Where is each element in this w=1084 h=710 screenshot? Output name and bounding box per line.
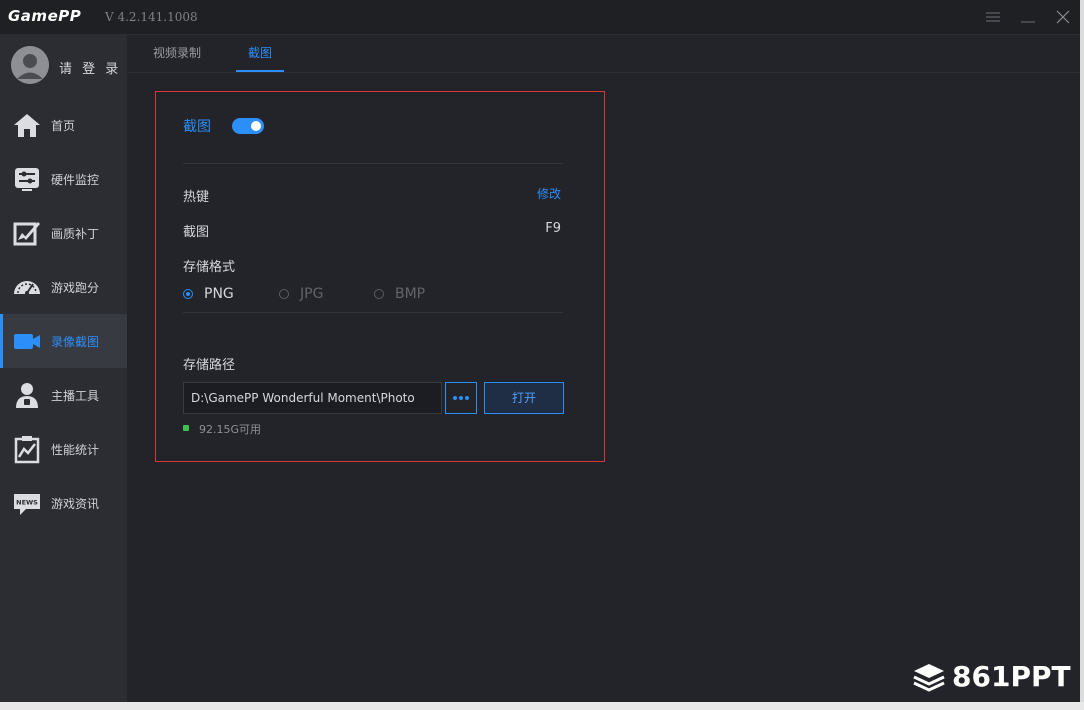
sidebar-item-label: 录像截图 bbox=[51, 335, 100, 349]
background-window-strip-bottom bbox=[0, 702, 1084, 710]
sidebar-item-label: 游戏跑分 bbox=[51, 281, 100, 295]
sidebar-item-benchmark[interactable]: 游戏跑分 bbox=[0, 260, 127, 314]
tab-video-recording[interactable]: 视频录制 bbox=[153, 44, 201, 61]
avatar[interactable] bbox=[11, 46, 49, 84]
sidebar-item-label: 首页 bbox=[51, 119, 76, 133]
screenshot-hotkey-name: 截图 bbox=[183, 225, 210, 240]
sidebar-item-label: 性能统计 bbox=[51, 443, 100, 457]
tab-screenshot[interactable]: 截图 bbox=[248, 44, 272, 61]
tab-bar: 视频录制 截图 bbox=[127, 34, 1080, 73]
minimize-button[interactable] bbox=[1017, 6, 1039, 28]
edit-hotkey-link[interactable]: 修改 bbox=[537, 185, 561, 202]
hotkey-label: 热键 bbox=[183, 190, 210, 205]
minimize-icon bbox=[1021, 21, 1035, 23]
image-quality-icon bbox=[13, 222, 40, 246]
storage-path-input[interactable]: D:\GamePP Wonderful Moment\Photo bbox=[183, 382, 442, 414]
sidebar-item-performance[interactable]: 性能统计 bbox=[0, 422, 127, 476]
format-label: BMP bbox=[395, 286, 426, 302]
toggle-knob bbox=[251, 121, 261, 131]
gamepp-window: GamePP V 4.2.141.1008 请 登 录 首页 硬件监控 画质补丁… bbox=[0, 0, 1080, 702]
sidebar-item-label: 画质补丁 bbox=[51, 227, 100, 241]
radio-circle bbox=[279, 289, 289, 299]
login-label[interactable]: 请 登 录 bbox=[59, 58, 121, 77]
background-window-strip-right bbox=[1080, 0, 1084, 710]
screenshot-section-title: 截图 bbox=[183, 119, 211, 135]
hardware-monitor-icon bbox=[15, 168, 39, 191]
home-icon bbox=[14, 114, 40, 137]
video-camera-icon bbox=[14, 334, 40, 349]
menu-button[interactable] bbox=[982, 6, 1004, 28]
storage-path-label: 存储路径 bbox=[183, 358, 236, 373]
open-folder-button[interactable]: 打开 bbox=[484, 382, 564, 414]
format-label: PNG bbox=[204, 286, 234, 302]
svg-text:NEWS: NEWS bbox=[16, 499, 38, 507]
free-space-text: 92.15G可用 bbox=[199, 423, 262, 436]
screenshot-enable-toggle[interactable] bbox=[232, 118, 264, 134]
free-space-indicator bbox=[183, 425, 189, 431]
sidebar-item-label: 硬件监控 bbox=[51, 173, 100, 187]
user-login[interactable]: 请 登 录 bbox=[0, 34, 127, 96]
storage-format-label: 存储格式 bbox=[183, 260, 236, 275]
sidebar-item-record-screenshot[interactable]: 录像截图 bbox=[0, 314, 127, 368]
screenshot-hotkey-value: F9 bbox=[545, 221, 561, 236]
close-icon bbox=[1056, 10, 1070, 24]
browse-path-button[interactable] bbox=[445, 382, 477, 414]
sidebar-item-label: 游戏资讯 bbox=[51, 497, 100, 511]
screenshot-settings-panel: 截图 热键 修改 截图 F9 存储格式 PNG JPG BMP 存储路径 D:\… bbox=[155, 91, 605, 462]
performance-chart-icon bbox=[14, 436, 40, 464]
active-tab-indicator bbox=[236, 70, 284, 72]
sidebar: 请 登 录 首页 硬件监控 画质补丁 游戏跑分 录像截图 主播工具 性能统计 N… bbox=[0, 34, 127, 702]
app-logo: GamePP bbox=[8, 7, 82, 25]
sidebar-item-game-news[interactable]: NEWS 游戏资讯 bbox=[0, 476, 127, 530]
divider bbox=[183, 163, 563, 164]
streamer-icon bbox=[16, 383, 38, 408]
divider bbox=[183, 312, 563, 313]
app-version: V 4.2.141.1008 bbox=[105, 10, 198, 24]
speedometer-icon bbox=[14, 281, 40, 295]
radio-circle bbox=[374, 289, 384, 299]
hamburger-menu-icon bbox=[986, 12, 1000, 22]
sidebar-item-image-quality[interactable]: 画质补丁 bbox=[0, 206, 127, 260]
sidebar-item-label: 主播工具 bbox=[51, 389, 100, 403]
close-button[interactable] bbox=[1052, 6, 1074, 28]
news-icon: NEWS bbox=[14, 494, 40, 515]
more-dots-icon bbox=[453, 396, 469, 400]
format-label: JPG bbox=[300, 286, 324, 302]
sidebar-item-home[interactable]: 首页 bbox=[0, 98, 127, 152]
radio-circle bbox=[183, 289, 193, 299]
sidebar-item-hardware-monitor[interactable]: 硬件监控 bbox=[0, 152, 127, 206]
sidebar-item-streamer-tools[interactable]: 主播工具 bbox=[0, 368, 127, 422]
user-avatar-icon bbox=[11, 46, 49, 84]
title-bar[interactable]: GamePP V 4.2.141.1008 bbox=[0, 0, 1080, 35]
layers-icon bbox=[913, 664, 945, 692]
watermark-text: 861PPT bbox=[952, 660, 1071, 693]
